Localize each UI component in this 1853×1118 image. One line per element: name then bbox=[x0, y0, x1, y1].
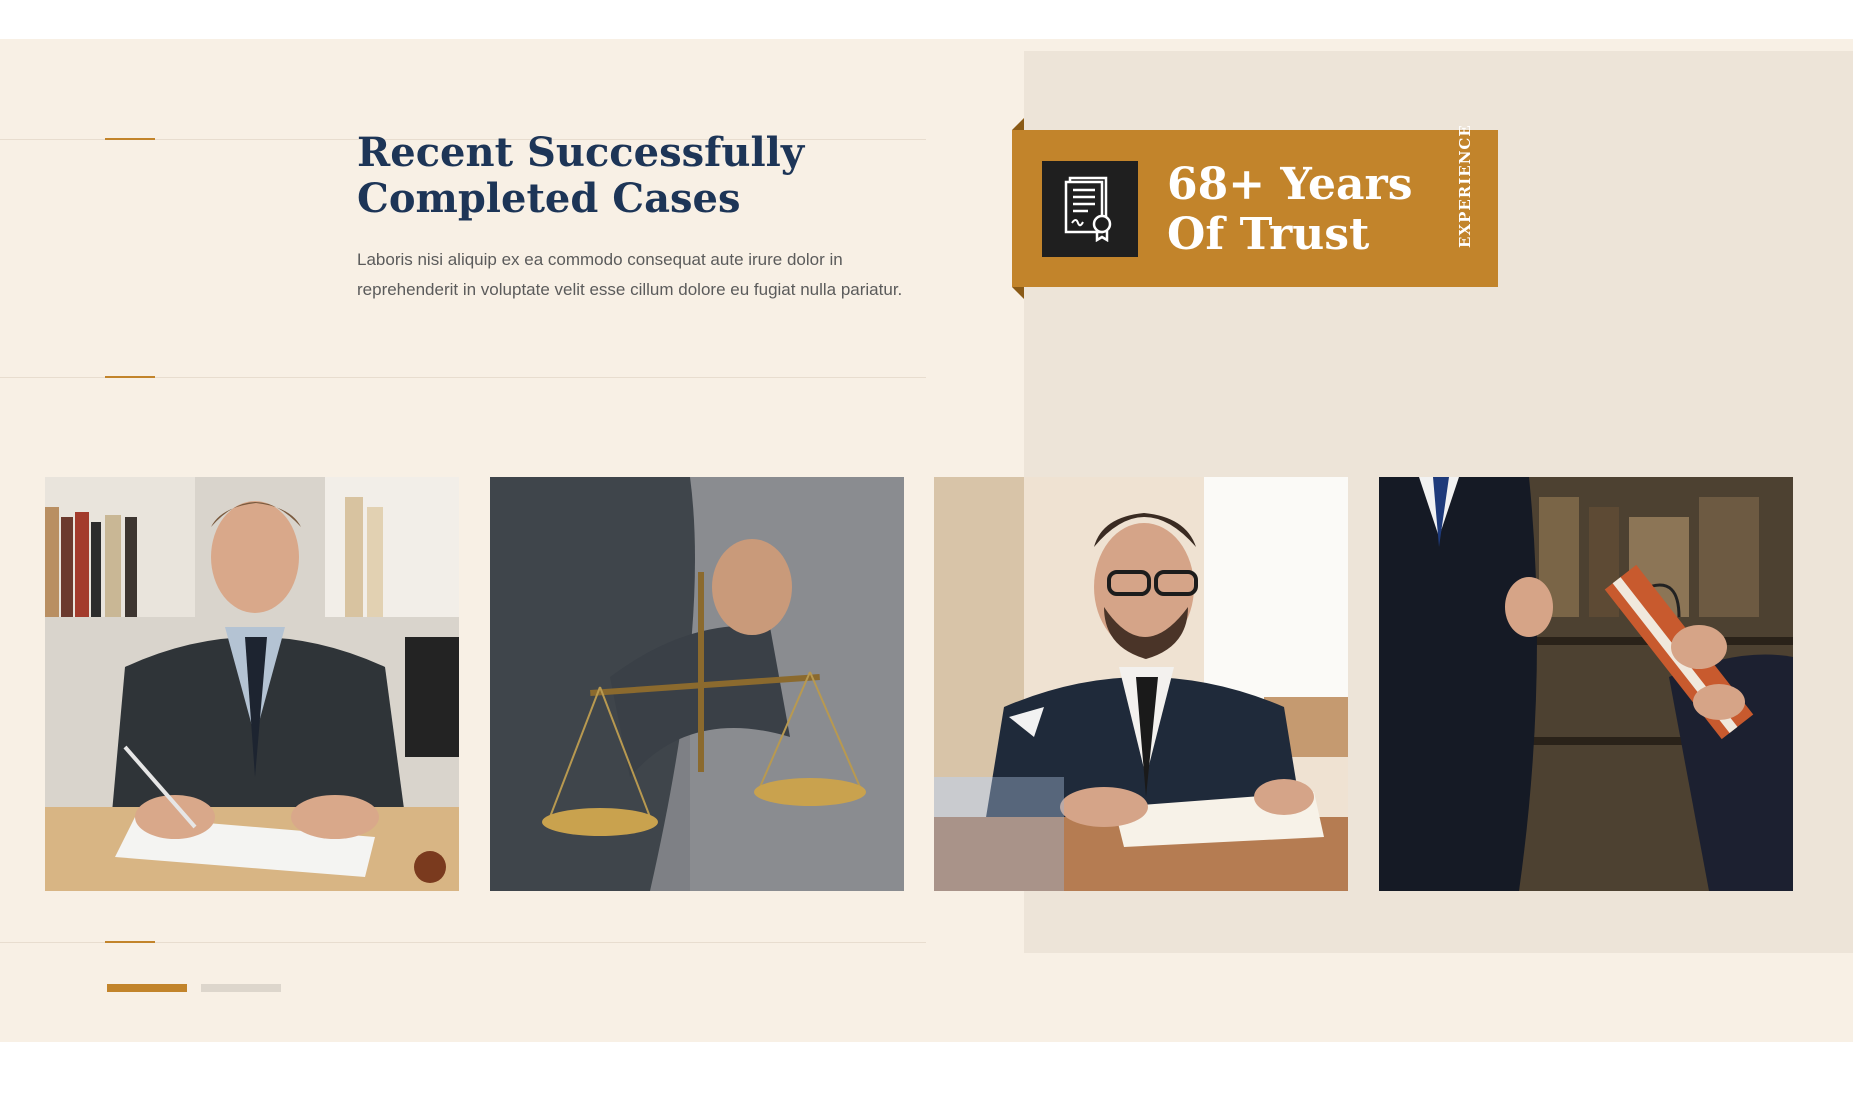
lawyer-writing-notebook-image bbox=[934, 477, 1348, 891]
lawyer-signing-document-image bbox=[45, 477, 459, 891]
slider-dot-2[interactable] bbox=[201, 984, 281, 992]
badge-icon-box bbox=[1042, 161, 1138, 257]
section-description: Laboris nisi aliquip ex ea commodo conse… bbox=[357, 250, 903, 299]
divider-accent bbox=[105, 941, 155, 943]
divider-accent bbox=[105, 376, 155, 378]
slider-dot-1[interactable] bbox=[107, 984, 187, 992]
case-photo-4[interactable] bbox=[1379, 477, 1793, 891]
certificate-icon bbox=[1064, 176, 1112, 242]
scales-of-justice-image bbox=[490, 477, 904, 891]
case-photo-3[interactable] bbox=[934, 477, 1348, 891]
section-title: Recent Successfully Completed Cases bbox=[357, 129, 805, 222]
badge-fold bbox=[1012, 287, 1024, 299]
lawyers-holding-book-image bbox=[1379, 477, 1793, 891]
divider-accent bbox=[105, 138, 155, 140]
badge-fold bbox=[1012, 118, 1024, 130]
badge-vertical-label: EXPERIENCE bbox=[1456, 124, 1474, 248]
badge-title: 68+ Years Of Trust bbox=[1167, 159, 1413, 260]
case-photo-1[interactable] bbox=[45, 477, 459, 891]
case-photo-2[interactable] bbox=[490, 477, 904, 891]
